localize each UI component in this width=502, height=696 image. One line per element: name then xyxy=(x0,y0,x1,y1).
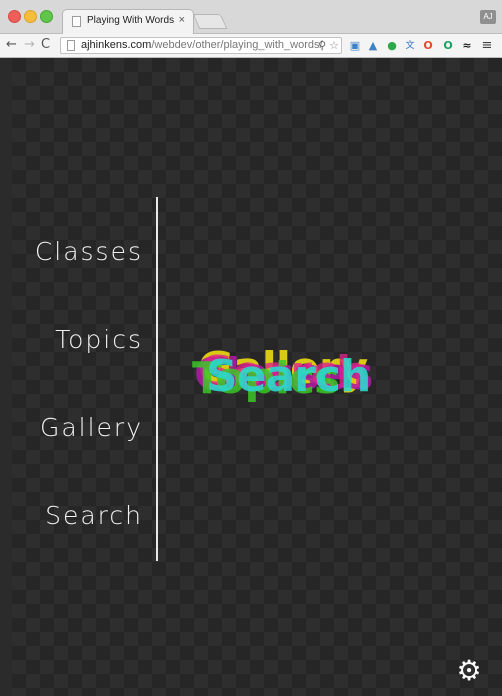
screenshot-icon[interactable]: ▣ xyxy=(348,39,362,53)
lightbulb-icon[interactable]: ⚲ xyxy=(318,39,326,52)
address-bar[interactable]: ajhinkens.com/webdev/other/playing_with_… xyxy=(60,37,342,54)
omnibox-actions: ⚲ ☆ xyxy=(315,38,339,53)
page-favicon-icon xyxy=(72,16,81,27)
reload-button[interactable]: C xyxy=(41,37,50,53)
browser-titlebar: Playing With Words × AJ xyxy=(0,0,502,34)
back-button[interactable]: ← xyxy=(6,37,17,53)
overlapping-words: Gallery Classes Search Topics Search xyxy=(192,343,472,423)
menu-item-topics[interactable]: Topics xyxy=(55,325,143,354)
tab-close-icon[interactable]: × xyxy=(179,14,185,26)
url-host: ajhinkens.com xyxy=(81,39,152,51)
gear-icon[interactable]: ⚙ xyxy=(456,657,482,685)
url-path: /webdev/other/playing_with_words/ xyxy=(151,39,323,51)
opera-icon[interactable]: O xyxy=(441,39,455,53)
minimize-window-button[interactable] xyxy=(24,10,37,23)
translate-icon[interactable]: 文 xyxy=(403,39,417,53)
word-search-cyan: Search xyxy=(206,351,371,402)
menu-item-classes[interactable]: Classes xyxy=(35,237,143,266)
page-left-gutter xyxy=(0,58,12,696)
menu-item-gallery[interactable]: Gallery xyxy=(40,413,143,442)
adblock-icon[interactable]: O xyxy=(421,39,435,53)
profile-button[interactable]: AJ xyxy=(480,10,496,24)
new-tab-button[interactable] xyxy=(192,14,228,29)
page-icon xyxy=(67,40,75,51)
url-text[interactable]: ajhinkens.com/webdev/other/playing_with_… xyxy=(81,39,323,51)
page-content: Classes Topics Gallery Search Gallery Cl… xyxy=(12,58,502,696)
close-window-button[interactable] xyxy=(8,10,21,23)
menu-item-search[interactable]: Search xyxy=(45,501,143,530)
menu-icon[interactable]: ≡ xyxy=(480,39,494,53)
tab-playing-with-words[interactable]: Playing With Words × xyxy=(62,9,194,34)
extension-icon[interactable]: ▲ xyxy=(366,39,380,53)
menu-divider xyxy=(156,197,158,561)
ext-icon[interactable]: ≈ xyxy=(460,39,474,53)
tab-title: Playing With Words xyxy=(87,15,175,26)
browser-toolbar: ← → C ajhinkens.com/webdev/other/playing… xyxy=(0,34,502,58)
forward-button[interactable]: → xyxy=(24,37,35,53)
star-icon[interactable]: ☆ xyxy=(329,39,339,52)
evernote-icon[interactable]: ● xyxy=(385,39,399,53)
zoom-window-button[interactable] xyxy=(40,10,53,23)
